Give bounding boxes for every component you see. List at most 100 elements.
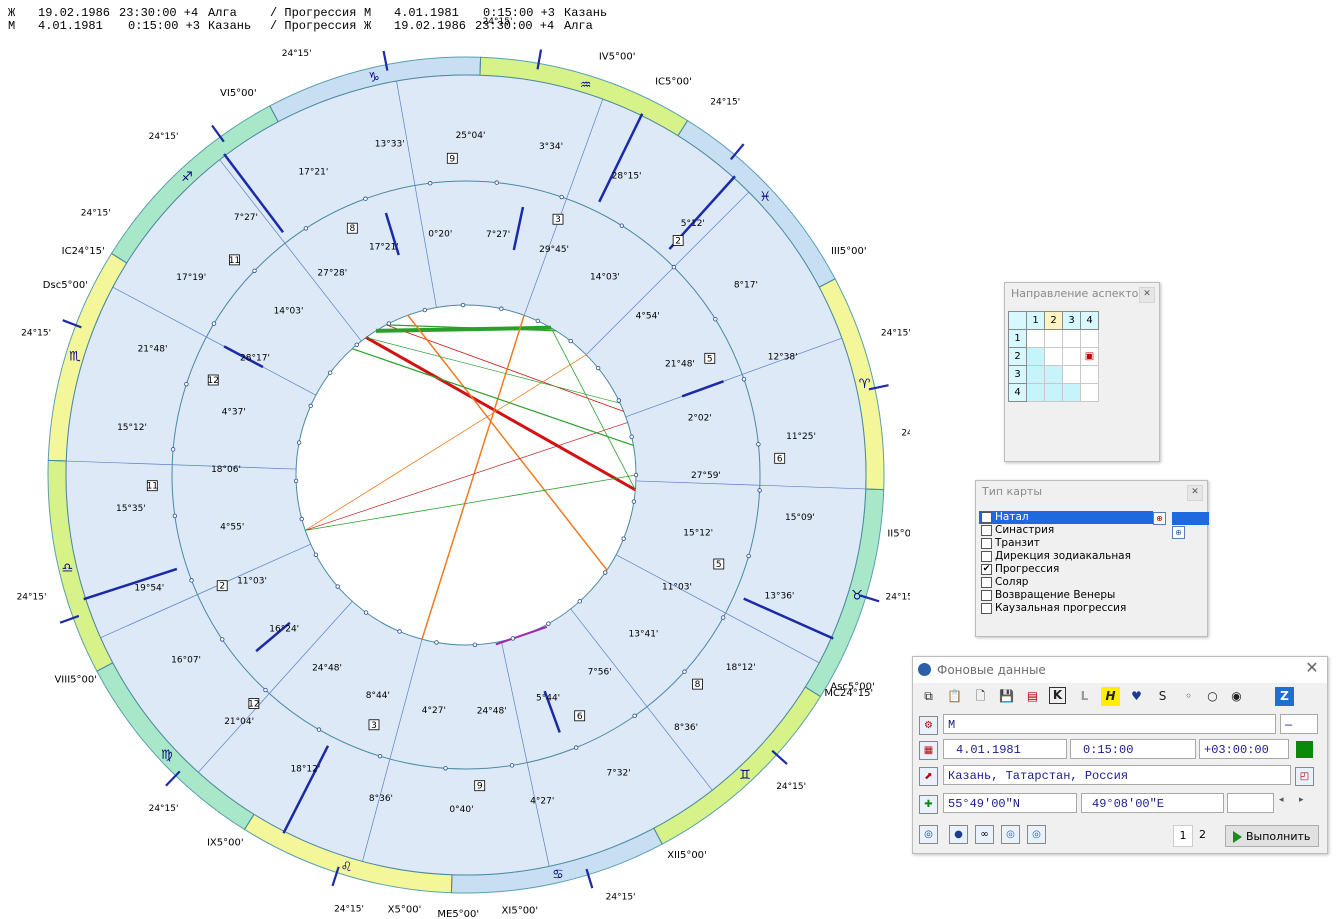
heart-icon[interactable]: ♥ bbox=[1127, 687, 1146, 706]
next-icon[interactable]: ▸ bbox=[1299, 795, 1304, 805]
checkbox[interactable] bbox=[981, 538, 992, 549]
aspect-cell[interactable] bbox=[1044, 365, 1063, 384]
paste-icon[interactable]: 📋 bbox=[945, 687, 964, 706]
aspect-col-header: 3 bbox=[1062, 311, 1081, 330]
run-button-label: Выполнить bbox=[1246, 830, 1311, 843]
gender-select[interactable]: — bbox=[1280, 714, 1318, 734]
chart-type-item-causal[interactable]: Каузальная прогрессия bbox=[979, 602, 1204, 615]
chart-icon-natal[interactable]: ⊕ bbox=[1153, 512, 1166, 525]
planet-dot bbox=[757, 488, 762, 493]
planet-dot bbox=[629, 434, 634, 439]
longitude-field[interactable]: 49°08'00"E bbox=[1081, 793, 1224, 813]
house-cusp-label: IX5°00' bbox=[207, 838, 244, 849]
aspect-direction-panel[interactable]: Направление аспектов ✕ 1 2 3 4 1 2 ▣ 3 4 bbox=[1004, 282, 1160, 462]
chart-type-item-direction[interactable]: Дирекция зодиакальная bbox=[979, 550, 1204, 563]
degree-label: 24°15' bbox=[606, 893, 636, 903]
aspect-col-header: 2 bbox=[1044, 311, 1063, 330]
planet-dot bbox=[746, 553, 751, 559]
planet-dot bbox=[603, 570, 608, 575]
aspect-direction-icon[interactable]: ▣ bbox=[1080, 347, 1099, 366]
altitude-field[interactable] bbox=[1227, 793, 1274, 813]
degree-label: 24°15' bbox=[710, 98, 740, 108]
chart-type-list[interactable]: Натал Синастрия Транзит Дирекция зодиака… bbox=[979, 511, 1204, 615]
circle-icon[interactable]: ○ bbox=[1203, 687, 1222, 706]
save-icon[interactable]: 💾 bbox=[997, 687, 1016, 706]
dot-icon[interactable]: ◦ bbox=[1179, 687, 1198, 706]
table-icon[interactable]: ▤ bbox=[1023, 687, 1042, 706]
planet-position-label: 27°59' bbox=[691, 471, 721, 481]
chart-type-item-venus-return[interactable]: Возвращение Венеры bbox=[979, 589, 1204, 602]
wheel-icon[interactable]: ◎ bbox=[919, 825, 938, 844]
chart-type-item-transit[interactable]: Транзит bbox=[979, 537, 1204, 550]
new-file-icon[interactable]: 🗋 bbox=[971, 687, 990, 706]
planet-dot bbox=[741, 377, 747, 382]
aspect-cell[interactable] bbox=[1026, 347, 1045, 366]
checkbox[interactable] bbox=[981, 590, 992, 601]
name-field[interactable]: М bbox=[943, 714, 1276, 734]
aspect-grid[interactable]: 1 2 3 4 1 2 ▣ 3 4 bbox=[1008, 311, 1099, 402]
s-icon[interactable]: S bbox=[1153, 687, 1172, 706]
zodiac-sign-icon: ♈ bbox=[859, 377, 871, 392]
aspect-cell[interactable] bbox=[1026, 383, 1045, 402]
house-number-label: 3 bbox=[555, 215, 561, 225]
chart-type-item-solar[interactable]: Соляр bbox=[979, 576, 1204, 589]
planet-position-label: 8°17' bbox=[734, 280, 758, 290]
aspect-cell[interactable] bbox=[1062, 347, 1081, 366]
aspect-cell[interactable] bbox=[1062, 365, 1081, 384]
background-data-panel[interactable]: Фоновые данные ✕ ⧉ 📋 🗋 💾 ▤ K L H ♥ S ◦ ○… bbox=[912, 656, 1328, 854]
aspect-cell[interactable] bbox=[1026, 329, 1045, 348]
aspect-cell[interactable] bbox=[1044, 347, 1063, 366]
planet-dot bbox=[720, 615, 726, 620]
latitude-field[interactable]: 55°49'00"N bbox=[943, 793, 1077, 813]
globe-picker-icon[interactable]: ◰ bbox=[1295, 767, 1314, 786]
close-icon[interactable]: ✕ bbox=[1139, 287, 1155, 303]
double-circle-icon[interactable]: ∞ bbox=[975, 825, 994, 844]
place-select[interactable]: Казань, Татарстан, Россия bbox=[943, 765, 1291, 785]
time-field[interactable]: 0:15:00 bbox=[1070, 739, 1196, 759]
close-icon[interactable]: ✕ bbox=[1305, 660, 1319, 676]
planet-position-label: 21°48' bbox=[138, 344, 168, 354]
aspect-cell[interactable] bbox=[1044, 329, 1063, 348]
aspect-cell[interactable] bbox=[1026, 365, 1045, 384]
checkbox-checked[interactable]: ✔ bbox=[981, 564, 992, 575]
chart-type-panel[interactable]: Тип карты ✕ Натал Синастрия Транзит Дире… bbox=[975, 480, 1209, 637]
aspect-cell[interactable] bbox=[1062, 329, 1081, 348]
checkbox[interactable] bbox=[981, 577, 992, 588]
triple-circle-icon[interactable]: ◎ bbox=[1027, 825, 1046, 844]
single-dot-icon[interactable]: ● bbox=[949, 825, 968, 844]
checkbox[interactable] bbox=[981, 603, 992, 614]
chart-type-item-progression[interactable]: ✔ Прогрессия bbox=[979, 563, 1204, 576]
timezone-field[interactable]: +03:00:00 bbox=[1199, 739, 1289, 759]
astro-chart-wheel[interactable]: ♑ ♐ ♏ ♎ ♍ ♌ ♋ ♊ ♉ ♈ ♓ ♒ VI5°00' IV5°00' IC5°00' III5°00… bbox=[0, 0, 910, 919]
aspect-cell[interactable] bbox=[1080, 383, 1099, 402]
nested-circle-icon[interactable]: ◎ bbox=[1001, 825, 1020, 844]
l-icon[interactable]: L bbox=[1075, 687, 1094, 706]
chart-type-item-natal[interactable]: Натал bbox=[979, 511, 1153, 524]
run-button[interactable]: Выполнить bbox=[1225, 825, 1319, 847]
date-field[interactable]: 4.01.1981 bbox=[943, 739, 1067, 759]
page-2-button[interactable]: 2 bbox=[1199, 825, 1206, 845]
planet-position-label: 11°25' bbox=[786, 432, 816, 442]
aspect-cell[interactable] bbox=[1080, 329, 1099, 348]
copy-icon[interactable]: ⧉ bbox=[919, 687, 938, 706]
checkbox[interactable] bbox=[981, 551, 992, 562]
k-icon[interactable]: K bbox=[1049, 687, 1066, 704]
checkbox[interactable] bbox=[981, 512, 992, 523]
degree-label: 24°15' bbox=[334, 905, 364, 915]
aspect-cell[interactable] bbox=[1044, 383, 1063, 402]
page-1-button[interactable]: 1 bbox=[1173, 825, 1193, 847]
house-number-label: 11 bbox=[147, 482, 158, 492]
checkbox[interactable] bbox=[981, 525, 992, 536]
aspect-cell[interactable] bbox=[1062, 383, 1081, 402]
aspect-cell[interactable] bbox=[1080, 365, 1099, 384]
chart-icon-synastry[interactable]: ⊕ bbox=[1172, 526, 1185, 539]
chart-type-item-synastry[interactable]: Синастрия bbox=[979, 524, 1204, 537]
h-icon[interactable]: H bbox=[1101, 687, 1120, 706]
prev-icon[interactable]: ◂ bbox=[1279, 795, 1284, 805]
z-icon[interactable]: Z bbox=[1275, 687, 1294, 706]
planet-dot bbox=[443, 766, 448, 771]
planet-position-label: 4°27' bbox=[422, 706, 446, 716]
filled-circle-icon[interactable]: ◉ bbox=[1227, 687, 1246, 706]
planet-dot bbox=[184, 381, 189, 387]
close-icon[interactable]: ✕ bbox=[1187, 485, 1203, 501]
